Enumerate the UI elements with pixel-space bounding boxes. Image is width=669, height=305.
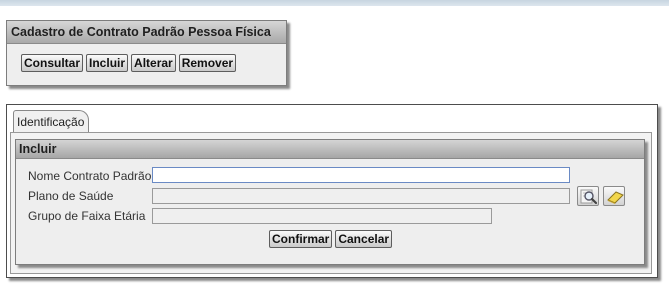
incluir-section: Incluir Nome Contrato Padrão Plano de Sa… bbox=[15, 139, 645, 265]
consultar-button[interactable]: Consultar bbox=[21, 54, 84, 72]
plano-saude-label: Plano de Saúde bbox=[28, 189, 114, 203]
incluir-button[interactable]: Incluir bbox=[86, 54, 129, 72]
nome-contrato-input[interactable] bbox=[152, 167, 570, 183]
panel-toolbar: Consultar Incluir Alterar Remover bbox=[21, 54, 237, 72]
form-panel: Identificação Incluir Nome Contrato Padr… bbox=[6, 104, 658, 278]
tab-content: Incluir Nome Contrato Padrão Plano de Sa… bbox=[10, 132, 652, 274]
search-plano-button[interactable] bbox=[577, 186, 599, 206]
cancelar-button[interactable]: Cancelar bbox=[335, 230, 393, 248]
top-bar bbox=[0, 0, 669, 6]
clear-plano-button[interactable] bbox=[603, 186, 625, 206]
plano-saude-input[interactable] bbox=[152, 188, 570, 204]
remover-button[interactable]: Remover bbox=[178, 54, 237, 72]
nome-contrato-label: Nome Contrato Padrão bbox=[28, 169, 152, 183]
grupo-faixa-input[interactable] bbox=[152, 208, 492, 224]
confirmar-button[interactable]: Confirmar bbox=[269, 230, 333, 248]
form-actions: Confirmar Cancelar bbox=[269, 230, 393, 248]
panel-title: Cadastro de Contrato Padrão Pessoa Físic… bbox=[7, 21, 286, 44]
grupo-faixa-label: Grupo de Faixa Etária bbox=[28, 209, 146, 223]
contract-panel: Cadastro de Contrato Padrão Pessoa Físic… bbox=[6, 20, 287, 86]
eraser-icon bbox=[607, 191, 624, 204]
alterar-button[interactable]: Alterar bbox=[131, 54, 176, 72]
tab-identificacao[interactable]: Identificação bbox=[13, 110, 89, 132]
search-icon bbox=[580, 189, 598, 205]
section-title: Incluir bbox=[16, 140, 644, 159]
